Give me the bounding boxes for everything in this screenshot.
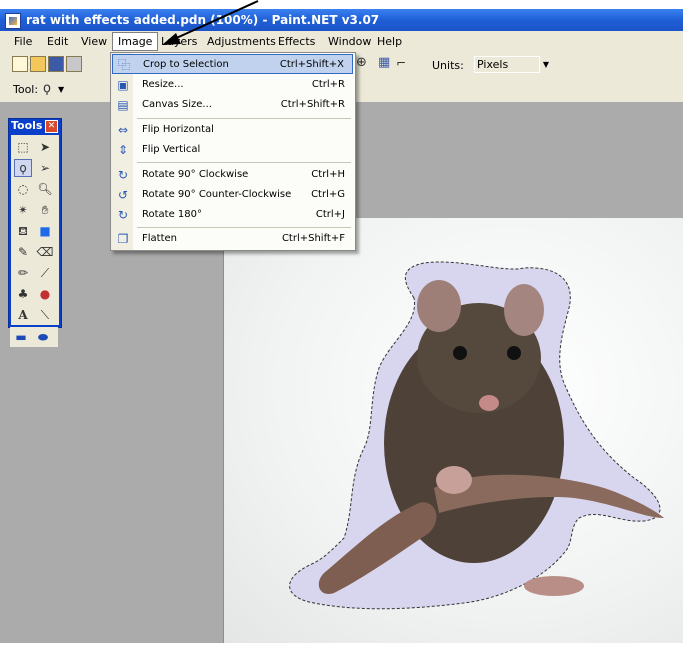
annotation-arrow xyxy=(162,0,259,45)
arrow-shaft xyxy=(171,0,259,41)
arrow-head xyxy=(162,33,181,45)
tools-panel-title: Tools xyxy=(11,119,43,132)
menu-item-shortcut: Ctrl+Shift+X xyxy=(279,59,344,70)
chevron-down-icon: ▼ xyxy=(542,60,549,69)
menu-separator xyxy=(137,162,351,163)
pan-hand-icon[interactable]: ✋︎ xyxy=(36,201,54,219)
menu-separator xyxy=(137,227,351,228)
menu-item-shortcut: Ctrl+R xyxy=(311,79,345,90)
menu-item-crop-to-selection[interactable]: ⿻ Crop to Selection Ctrl+Shift+X xyxy=(112,54,353,74)
menu-item-label: Rotate 90° Counter-Clockwise xyxy=(142,189,292,200)
rat-paws xyxy=(436,466,472,494)
menu-item-label: Crop to Selection xyxy=(143,59,229,70)
menu-item-label: Rotate 180° xyxy=(142,209,203,220)
menu-item-shortcut: Ctrl+H xyxy=(311,169,345,180)
menu-item-flatten[interactable]: ❐ Flatten Ctrl+Shift+F xyxy=(112,229,353,249)
text-icon[interactable]: A xyxy=(14,306,32,324)
ellipse-select-icon[interactable]: ◌ xyxy=(14,180,32,198)
rulers-icon[interactable]: ⌐ xyxy=(396,56,410,70)
close-icon[interactable]: ✕ xyxy=(45,120,58,133)
rat-right-eye xyxy=(507,346,521,360)
menu-separator xyxy=(137,118,351,119)
menu-item-shortcut: Ctrl+G xyxy=(311,189,345,200)
rat-right-ear xyxy=(504,284,544,336)
resize-icon: ▣ xyxy=(117,78,129,92)
menu-item-label: Resize... xyxy=(142,79,184,90)
chevron-down-icon[interactable]: ▼ xyxy=(58,85,64,94)
rotate-180-icon: ↻ xyxy=(117,208,129,222)
paintbrush-icon[interactable]: ✎ xyxy=(14,243,32,261)
menu-help[interactable]: Help xyxy=(377,35,402,48)
tools-shapes-row: ▬ ⬬ xyxy=(10,327,58,347)
rat-foot xyxy=(524,576,584,596)
zoom-icon[interactable]: 🔍︎ xyxy=(36,180,54,198)
save-icon[interactable] xyxy=(48,56,64,72)
units-label: Units: xyxy=(432,59,464,72)
rat-left-ear xyxy=(417,280,461,332)
canvas-size-icon: ▤ xyxy=(117,98,129,112)
rat-nose xyxy=(479,395,499,411)
menu-item-label: Canvas Size... xyxy=(142,99,212,110)
image-menu-dropdown: ⿻ Crop to Selection Ctrl+Shift+X ▣ Resiz… xyxy=(110,52,356,251)
menu-item-flip-horizontal[interactable]: ⇔ Flip Horizontal xyxy=(112,120,353,140)
crop-icon: ⿻ xyxy=(117,58,130,72)
menu-item-rotate-90-cw[interactable]: ↻ Rotate 90° Clockwise Ctrl+H xyxy=(112,165,353,185)
menu-item-label: Flatten xyxy=(142,233,177,244)
menu-item-shortcut: Ctrl+Shift+F xyxy=(281,233,345,244)
rectangle-icon[interactable]: ▬ xyxy=(12,328,30,346)
color-picker-icon[interactable]: ⟋ xyxy=(36,264,54,282)
menu-item-label: Flip Vertical xyxy=(142,144,201,155)
menu-item-flip-vertical[interactable]: ⇕ Flip Vertical xyxy=(112,140,353,160)
move-selected-icon[interactable]: ➢ xyxy=(36,159,54,177)
paint-bucket-icon[interactable]: ⛾ xyxy=(14,222,32,240)
grid-icon[interactable]: ▦ xyxy=(378,56,392,70)
units-select[interactable]: Pixels ▼ xyxy=(474,56,549,73)
rat-left-eye xyxy=(453,346,467,360)
tools-panel-header: Tools ✕ xyxy=(11,119,59,134)
clone-stamp-icon[interactable]: ♣ xyxy=(14,285,32,303)
rectangle-select-icon[interactable]: ⬚ xyxy=(14,138,32,156)
menu-item-label: Flip Horizontal xyxy=(142,124,214,135)
menu-item-resize[interactable]: ▣ Resize... Ctrl+R xyxy=(112,75,353,95)
menu-item-shortcut: Ctrl+Shift+R xyxy=(280,99,345,110)
flip-horizontal-icon: ⇔ xyxy=(117,123,129,137)
new-file-icon[interactable] xyxy=(12,56,28,72)
eraser-icon[interactable]: ⌫ xyxy=(36,243,54,261)
recolor-icon[interactable]: ● xyxy=(36,285,54,303)
magic-wand-icon[interactable]: ✴ xyxy=(14,201,32,219)
menu-file[interactable]: File xyxy=(14,35,32,48)
tool-label: Tool: xyxy=(13,83,39,96)
image-canvas[interactable] xyxy=(223,218,683,643)
menu-window[interactable]: Window xyxy=(328,35,371,48)
lasso-icon[interactable]: ϙ xyxy=(43,81,51,96)
flatten-icon: ❐ xyxy=(117,232,129,246)
menu-edit[interactable]: Edit xyxy=(47,35,68,48)
menu-item-rotate-180[interactable]: ↻ Rotate 180° Ctrl+J xyxy=(112,205,353,225)
menu-item-rotate-90-ccw[interactable]: ↺ Rotate 90° Counter-Clockwise Ctrl+G xyxy=(112,185,353,205)
menu-view[interactable]: View xyxy=(81,35,107,48)
pencil-icon[interactable]: ✏ xyxy=(14,264,32,282)
rotate-cw-icon: ↻ xyxy=(117,168,129,182)
line-curve-icon[interactable]: ⟍ xyxy=(36,306,54,324)
gradient-icon[interactable]: ■ xyxy=(36,222,54,240)
title-bar: rat with effects added.pdn (100%) - Pain… xyxy=(0,0,683,31)
tools-panel: Tools ✕ ⬚ ➤ ϙ ➢ ◌ 🔍︎ ✴ ✋︎ ⛾ ■ ✎ ⌫ ✏ ⟋ ♣ … xyxy=(8,118,62,328)
rotate-ccw-icon: ↺ xyxy=(117,188,129,202)
rounded-rectangle-icon[interactable]: ⬬ xyxy=(34,328,52,346)
open-folder-icon[interactable] xyxy=(30,56,46,72)
tools-grid: ⬚ ➤ ϙ ➢ ◌ 🔍︎ ✴ ✋︎ ⛾ ■ ✎ ⌫ ✏ ⟋ ♣ ● A ⟍ xyxy=(11,135,59,325)
print-icon[interactable] xyxy=(66,56,82,72)
units-value: Pixels xyxy=(477,58,509,71)
menu-item-label: Rotate 90° Clockwise xyxy=(142,169,249,180)
lasso-select-icon[interactable]: ϙ xyxy=(14,159,32,177)
menu-bar: File Edit View Image Layers Adjustments … xyxy=(0,31,683,51)
menu-item-canvas-size[interactable]: ▤ Canvas Size... Ctrl+Shift+R xyxy=(112,95,353,115)
move-selection-icon[interactable]: ➤ xyxy=(36,138,54,156)
menu-item-shortcut: Ctrl+J xyxy=(315,209,345,220)
rat-image xyxy=(289,261,664,610)
menu-effects[interactable]: Effects xyxy=(278,35,315,48)
flip-vertical-icon: ⇕ xyxy=(117,143,129,157)
zoom-in-icon[interactable]: ⊕ xyxy=(356,56,370,70)
app-icon xyxy=(5,13,21,29)
